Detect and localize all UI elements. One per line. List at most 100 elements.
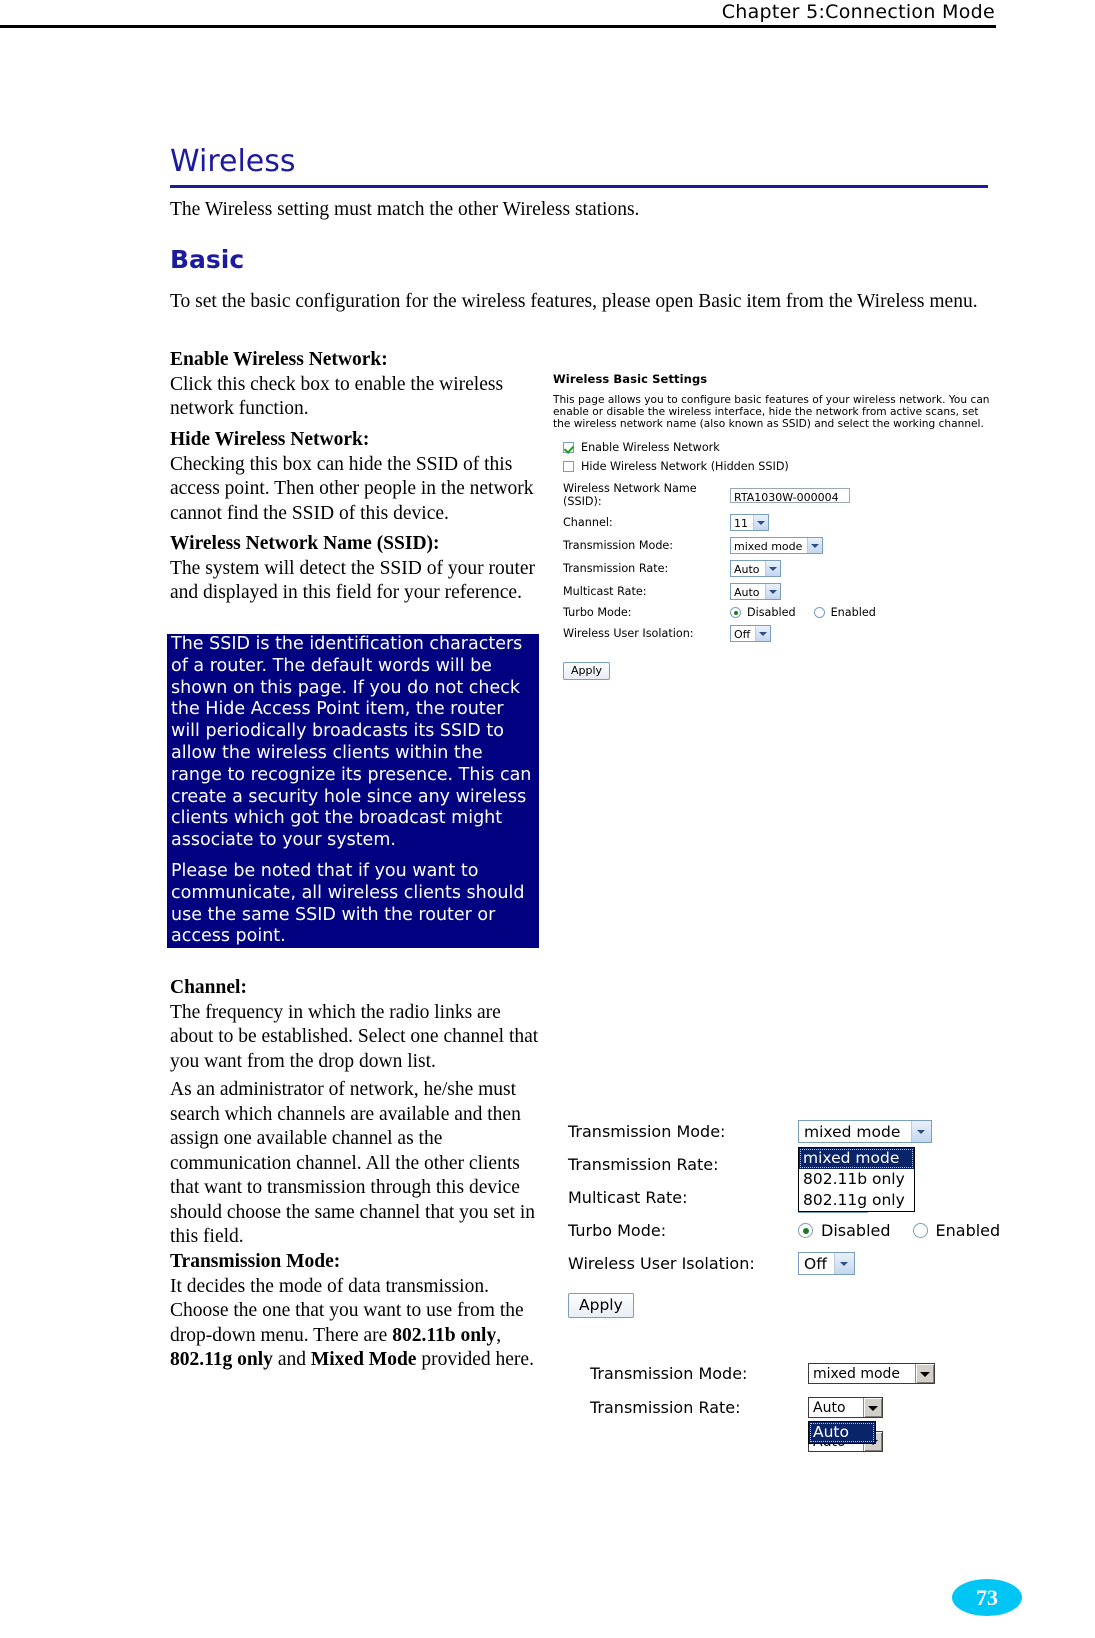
transmission-rate-option-list[interactable]: Auto [808, 1421, 876, 1444]
hide-wireless-description: Hide Wireless Network: Checking this box… [170, 428, 542, 526]
channel-description: Channel: The frequency in which the radi… [170, 976, 542, 1074]
transmission-mode-select-value: mixed mode [734, 540, 803, 554]
note-paragraph-1: The SSID is the identification character… [171, 634, 532, 851]
page-number-badge: 73 [952, 1579, 1022, 1616]
transmission-mode-field-row-2: Transmission Mode: mixed mode [568, 1120, 998, 1143]
user-isolation-select[interactable]: Off [730, 625, 772, 643]
chapter-title: Chapter 5:Connection Mode [721, 1, 995, 23]
turbo-mode-disabled-radio-2[interactable] [798, 1223, 813, 1238]
transmission-mode-option-list[interactable]: mixed mode 802.11b only 802.11g only [798, 1147, 915, 1212]
chevron-down-icon[interactable] [755, 626, 771, 642]
ssid-term: Wireless Network Name (SSID): [170, 533, 440, 554]
turbo-mode-disabled-label-2: Disabled [821, 1221, 891, 1240]
channel-body: The frequency in which the radio links a… [170, 1001, 539, 1072]
ui-panel-description: This page allows you to configure basic … [553, 394, 990, 430]
transmission-rate-field-row: Transmission Rate: Auto [563, 560, 993, 578]
turbo-mode-enabled-label: Enabled [830, 606, 876, 620]
transmission-rate-field-label: Transmission Rate: [563, 562, 669, 576]
transmission-mode-select[interactable]: mixed mode [730, 537, 824, 555]
turbo-mode-enabled-radio-2[interactable] [912, 1223, 928, 1238]
turbo-mode-radio-group-2[interactable]: Disabled Enabled [798, 1221, 1022, 1240]
enable-wireless-network-checkbox[interactable] [563, 442, 574, 454]
hide-wireless-network-row[interactable]: Hide Wireless Network (Hidden SSID) [563, 460, 993, 473]
apply-button[interactable]: Apply [563, 662, 611, 681]
chevron-down-icon[interactable] [764, 584, 780, 600]
apply-button-container-2: Apply [568, 1293, 998, 1318]
ui-panel-title: Wireless Basic Settings [553, 372, 708, 386]
user-isolation-field-label-2: Wireless User Isolation: [568, 1254, 755, 1273]
transmission-mode-select-2[interactable]: mixed mode [798, 1120, 932, 1143]
multicast-rate-field-row: Multicast Rate: Auto [563, 583, 993, 601]
transmission-mode-description: Transmission Mode: It decides the mode o… [170, 1250, 542, 1373]
chevron-down-icon[interactable] [911, 1121, 931, 1142]
channel-select[interactable]: 11 [730, 514, 769, 532]
transmission-rate-select-value: Auto [734, 563, 760, 577]
page-title: Wireless [170, 144, 296, 179]
running-header: Chapter 5:Connection Mode [0, 0, 1095, 28]
user-isolation-field-row-2: Wireless User Isolation: Off [568, 1252, 998, 1275]
ssid-description: Wireless Network Name (SSID): The system… [170, 532, 542, 606]
turbo-mode-field-row-2: Turbo Mode: Disabled Enabled [568, 1221, 1000, 1240]
transmission-mode-field-row-3: Transmission Mode: mixed mode [590, 1363, 990, 1384]
option-80211b-only[interactable]: 802.11b only [799, 1169, 914, 1190]
hide-wireless-network-checkbox[interactable] [563, 461, 574, 473]
option-mixed-mode[interactable]: mixed mode [799, 1148, 914, 1169]
transmission-mode-field-label-2: Transmission Mode: [568, 1122, 726, 1141]
transmission-rate-select-3[interactable]: Auto [808, 1397, 883, 1418]
multicast-rate-field-row-2: Multicast Rate: Auto [568, 1186, 998, 1209]
turbo-mode-field-label: Turbo Mode: [563, 606, 632, 620]
enable-wireless-network-row[interactable]: Enable Wireless Network [563, 441, 993, 454]
transmission-mode-select-value-2: mixed mode [804, 1123, 901, 1141]
turbo-mode-disabled-label: Disabled [747, 606, 796, 620]
tmode-body-3: and [272, 1349, 311, 1370]
chevron-down-icon[interactable] [915, 1364, 934, 1383]
ssid-field-row: Wireless Network Name (SSID): RTA1030W-0… [563, 482, 993, 508]
channel-term: Channel: [170, 977, 247, 998]
transmission-mode-field-row: Transmission Mode: mixed mode [563, 537, 993, 555]
tmode-bold-2: 802.11g only [170, 1349, 273, 1370]
option-80211g-only[interactable]: 802.11g only [799, 1190, 914, 1211]
turbo-mode-disabled-radio[interactable] [730, 607, 741, 619]
transmission-mode-field-label: Transmission Mode: [563, 539, 674, 553]
transmission-rate-field-label-2: Transmission Rate: [568, 1155, 719, 1174]
chevron-down-icon[interactable] [807, 538, 823, 554]
enable-wireless-term: Enable Wireless Network: [170, 349, 388, 370]
turbo-mode-radio-group[interactable]: Disabled Enabled [730, 606, 894, 619]
transmission-rate-select[interactable]: Auto [730, 560, 781, 578]
transmission-rate-field-label-3: Transmission Rate: [590, 1398, 741, 1417]
user-isolation-select-2[interactable]: Off [798, 1252, 855, 1275]
section-heading-basic: Basic [170, 245, 245, 274]
channel-field-row: Channel: 11 [563, 514, 993, 532]
tmode-bold-1: 802.11b only [392, 1324, 497, 1346]
chevron-down-icon[interactable] [833, 1253, 854, 1274]
tmode-body-2: , [496, 1324, 502, 1346]
ssid-field-label: Wireless Network Name (SSID): [563, 482, 697, 509]
transmission-rate-field-row-2: Transmission Rate: [568, 1155, 998, 1174]
apply-button-2[interactable]: Apply [568, 1293, 634, 1318]
multicast-rate-field-label: Multicast Rate: [563, 585, 647, 599]
chevron-down-icon[interactable] [863, 1398, 882, 1417]
wireless-basic-settings-screenshot: Wireless Basic Settings This page allows… [553, 372, 993, 681]
turbo-mode-field-row: Turbo Mode: Disabled Enabled [563, 606, 993, 619]
multicast-rate-select[interactable]: Auto [730, 583, 781, 601]
transmission-rate-field-row-3: Transmission Rate: Auto [590, 1397, 990, 1418]
enable-wireless-body: Click this check box to enable the wirel… [170, 373, 504, 420]
tmode-bold-3: Mixed Mode [310, 1349, 417, 1370]
transmission-rate-dropdown-screenshot: Transmission Mode: mixed mode Transmissi… [590, 1363, 990, 1452]
chevron-down-icon[interactable] [753, 515, 768, 531]
intro-paragraph: The Wireless setting must match the othe… [170, 199, 640, 220]
hide-wireless-body: Checking this box can hide the SSID of t… [170, 453, 534, 524]
option-auto[interactable]: Auto [809, 1422, 875, 1443]
transmission-mode-select-3[interactable]: mixed mode [808, 1363, 935, 1384]
user-isolation-field-label: Wireless User Isolation: [563, 627, 694, 641]
ssid-input[interactable]: RTA1030W-000004 [730, 487, 850, 504]
turbo-mode-field-label-2: Turbo Mode: [568, 1221, 667, 1240]
hide-wireless-network-label: Hide Wireless Network (Hidden SSID) [581, 460, 789, 474]
header-divider [0, 25, 996, 28]
administrator-paragraph: As an administrator of network, he/she m… [170, 1079, 535, 1247]
user-isolation-select-value: Off [734, 628, 751, 642]
chevron-down-icon[interactable] [764, 561, 780, 577]
turbo-mode-enabled-radio[interactable] [813, 607, 825, 619]
basic-intro-paragraph: To set the basic configuration for the w… [170, 291, 978, 312]
highlighted-note-box: The SSID is the identification character… [167, 634, 539, 949]
